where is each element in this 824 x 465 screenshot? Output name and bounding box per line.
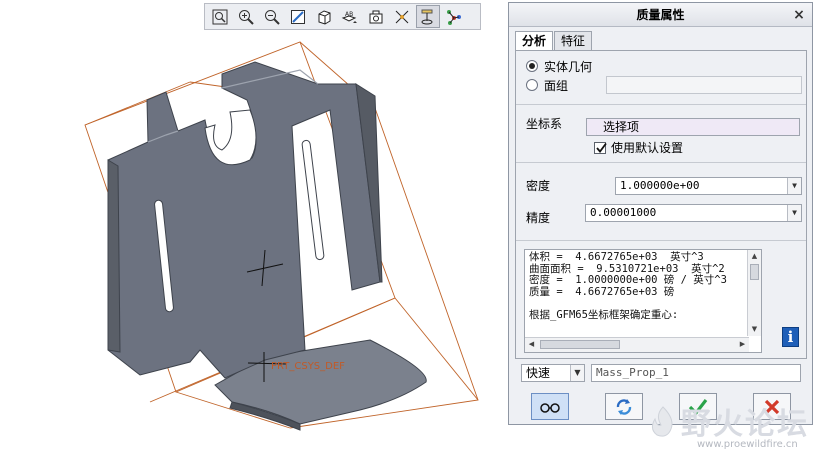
solid-geometry-option[interactable]: 实体几何 — [526, 57, 592, 75]
results-line: 根据_GFM65坐标框架确定重心: — [529, 308, 679, 321]
scroll-down-icon[interactable]: ▼ — [748, 323, 761, 336]
quilt-input[interactable] — [606, 76, 802, 94]
results-line: 质量 = 4.6672765e+03 磅 — [529, 285, 675, 298]
analysis-panel: 实体几何 面组 坐标系 选择项 使用默认设置 密度 1.000000e+00 ▼… — [515, 50, 807, 359]
flame-logo-icon — [651, 406, 673, 437]
solid-geometry-label: 实体几何 — [544, 59, 593, 74]
dialog-title: 质量属性 — [636, 8, 685, 22]
results-line: 密度 = 1.0000000e+00 磅 / 英寸^3 — [529, 274, 727, 286]
quilt-option[interactable]: 面组 — [526, 76, 568, 94]
density-label: 密度 — [526, 179, 551, 193]
mode-combo[interactable]: 快速 ▼ — [521, 364, 585, 382]
use-default-label: 使用默认设置 — [611, 141, 684, 155]
checkmark-icon — [596, 142, 607, 153]
forum-watermark: 野火论坛 www.proewildfire.cn — [645, 399, 820, 461]
results-line — [529, 298, 727, 310]
tab-feature[interactable]: 特征 — [554, 31, 593, 50]
info-icon[interactable]: i — [782, 327, 799, 347]
chevron-down-icon[interactable]: ▼ — [570, 365, 584, 381]
quilt-radio[interactable] — [526, 79, 538, 91]
precision-value: 0.00001000 — [590, 206, 657, 219]
tab-bar: 分析 特征 — [515, 31, 593, 51]
quilt-label: 面组 — [544, 78, 569, 93]
preview-button[interactable] — [531, 393, 569, 420]
density-combo[interactable]: 1.000000e+00 ▼ — [615, 177, 802, 195]
solid-geometry-radio[interactable] — [526, 60, 538, 72]
precision-label: 精度 — [526, 211, 551, 225]
glasses-icon — [540, 402, 560, 413]
repeat-icon — [616, 398, 632, 415]
chevron-down-icon[interactable]: ▼ — [787, 178, 801, 194]
vscroll-thumb[interactable] — [750, 264, 759, 280]
density-value: 1.000000e+00 — [620, 179, 700, 192]
model-viewport[interactable]: AB PRT_CSYS_DEF — [0, 0, 508, 465]
precision-combo[interactable]: 0.00001000 ▼ — [585, 204, 802, 222]
mass-properties-dialog: 质量属性 × 分析 特征 实体几何 面组 坐标系 选择项 使用默认设置 密度 1… — [508, 2, 813, 425]
slot-right — [301, 139, 325, 261]
divider — [516, 240, 806, 241]
results-textarea[interactable]: 体积 = 4.6672765e+03 英寸^3 曲面面积 = 9.5310721e… — [524, 249, 762, 353]
close-icon[interactable]: × — [792, 3, 806, 27]
csys-selector[interactable]: 选择项 — [586, 118, 800, 136]
analysis-name-input[interactable]: Mass_Prop_1 — [591, 364, 801, 382]
results-line: 体积 = 4.6672765e+03 英寸^3 — [529, 251, 704, 263]
use-default-checkbox[interactable] — [594, 141, 607, 154]
results-text: 体积 = 4.6672765e+03 英寸^3 曲面面积 = 9.5310721e… — [529, 251, 727, 321]
scroll-up-icon[interactable]: ▲ — [748, 250, 761, 263]
watermark-url: www.proewildfire.cn — [697, 439, 798, 450]
chevron-down-icon[interactable]: ▼ — [787, 205, 801, 221]
mode-value: 快速 — [526, 366, 551, 380]
tab-analysis[interactable]: 分析 — [515, 31, 554, 51]
csys-label: PRT_CSYS_DEF — [271, 361, 345, 372]
mode-row: 快速 ▼ Mass_Prop_1 — [521, 364, 807, 382]
scroll-right-icon[interactable]: ▶ — [736, 338, 749, 351]
use-default-option[interactable]: 使用默认设置 — [594, 139, 683, 156]
watermark-title: 野火论坛 — [681, 407, 809, 442]
results-hscrollbar[interactable]: ◀ ▶ — [525, 337, 749, 352]
hscroll-thumb[interactable] — [540, 340, 620, 349]
divider — [516, 104, 806, 105]
csys-label-text: 坐标系 — [526, 117, 563, 131]
scroll-left-icon[interactable]: ◀ — [525, 338, 538, 351]
divider — [516, 162, 806, 163]
sheetmetal-model — [84, 41, 479, 431]
results-vscrollbar[interactable]: ▲ ▼ — [747, 250, 761, 336]
dialog-titlebar: 质量属性 × — [509, 3, 812, 27]
back-plate — [107, 61, 381, 379]
repeat-button[interactable] — [605, 393, 643, 420]
